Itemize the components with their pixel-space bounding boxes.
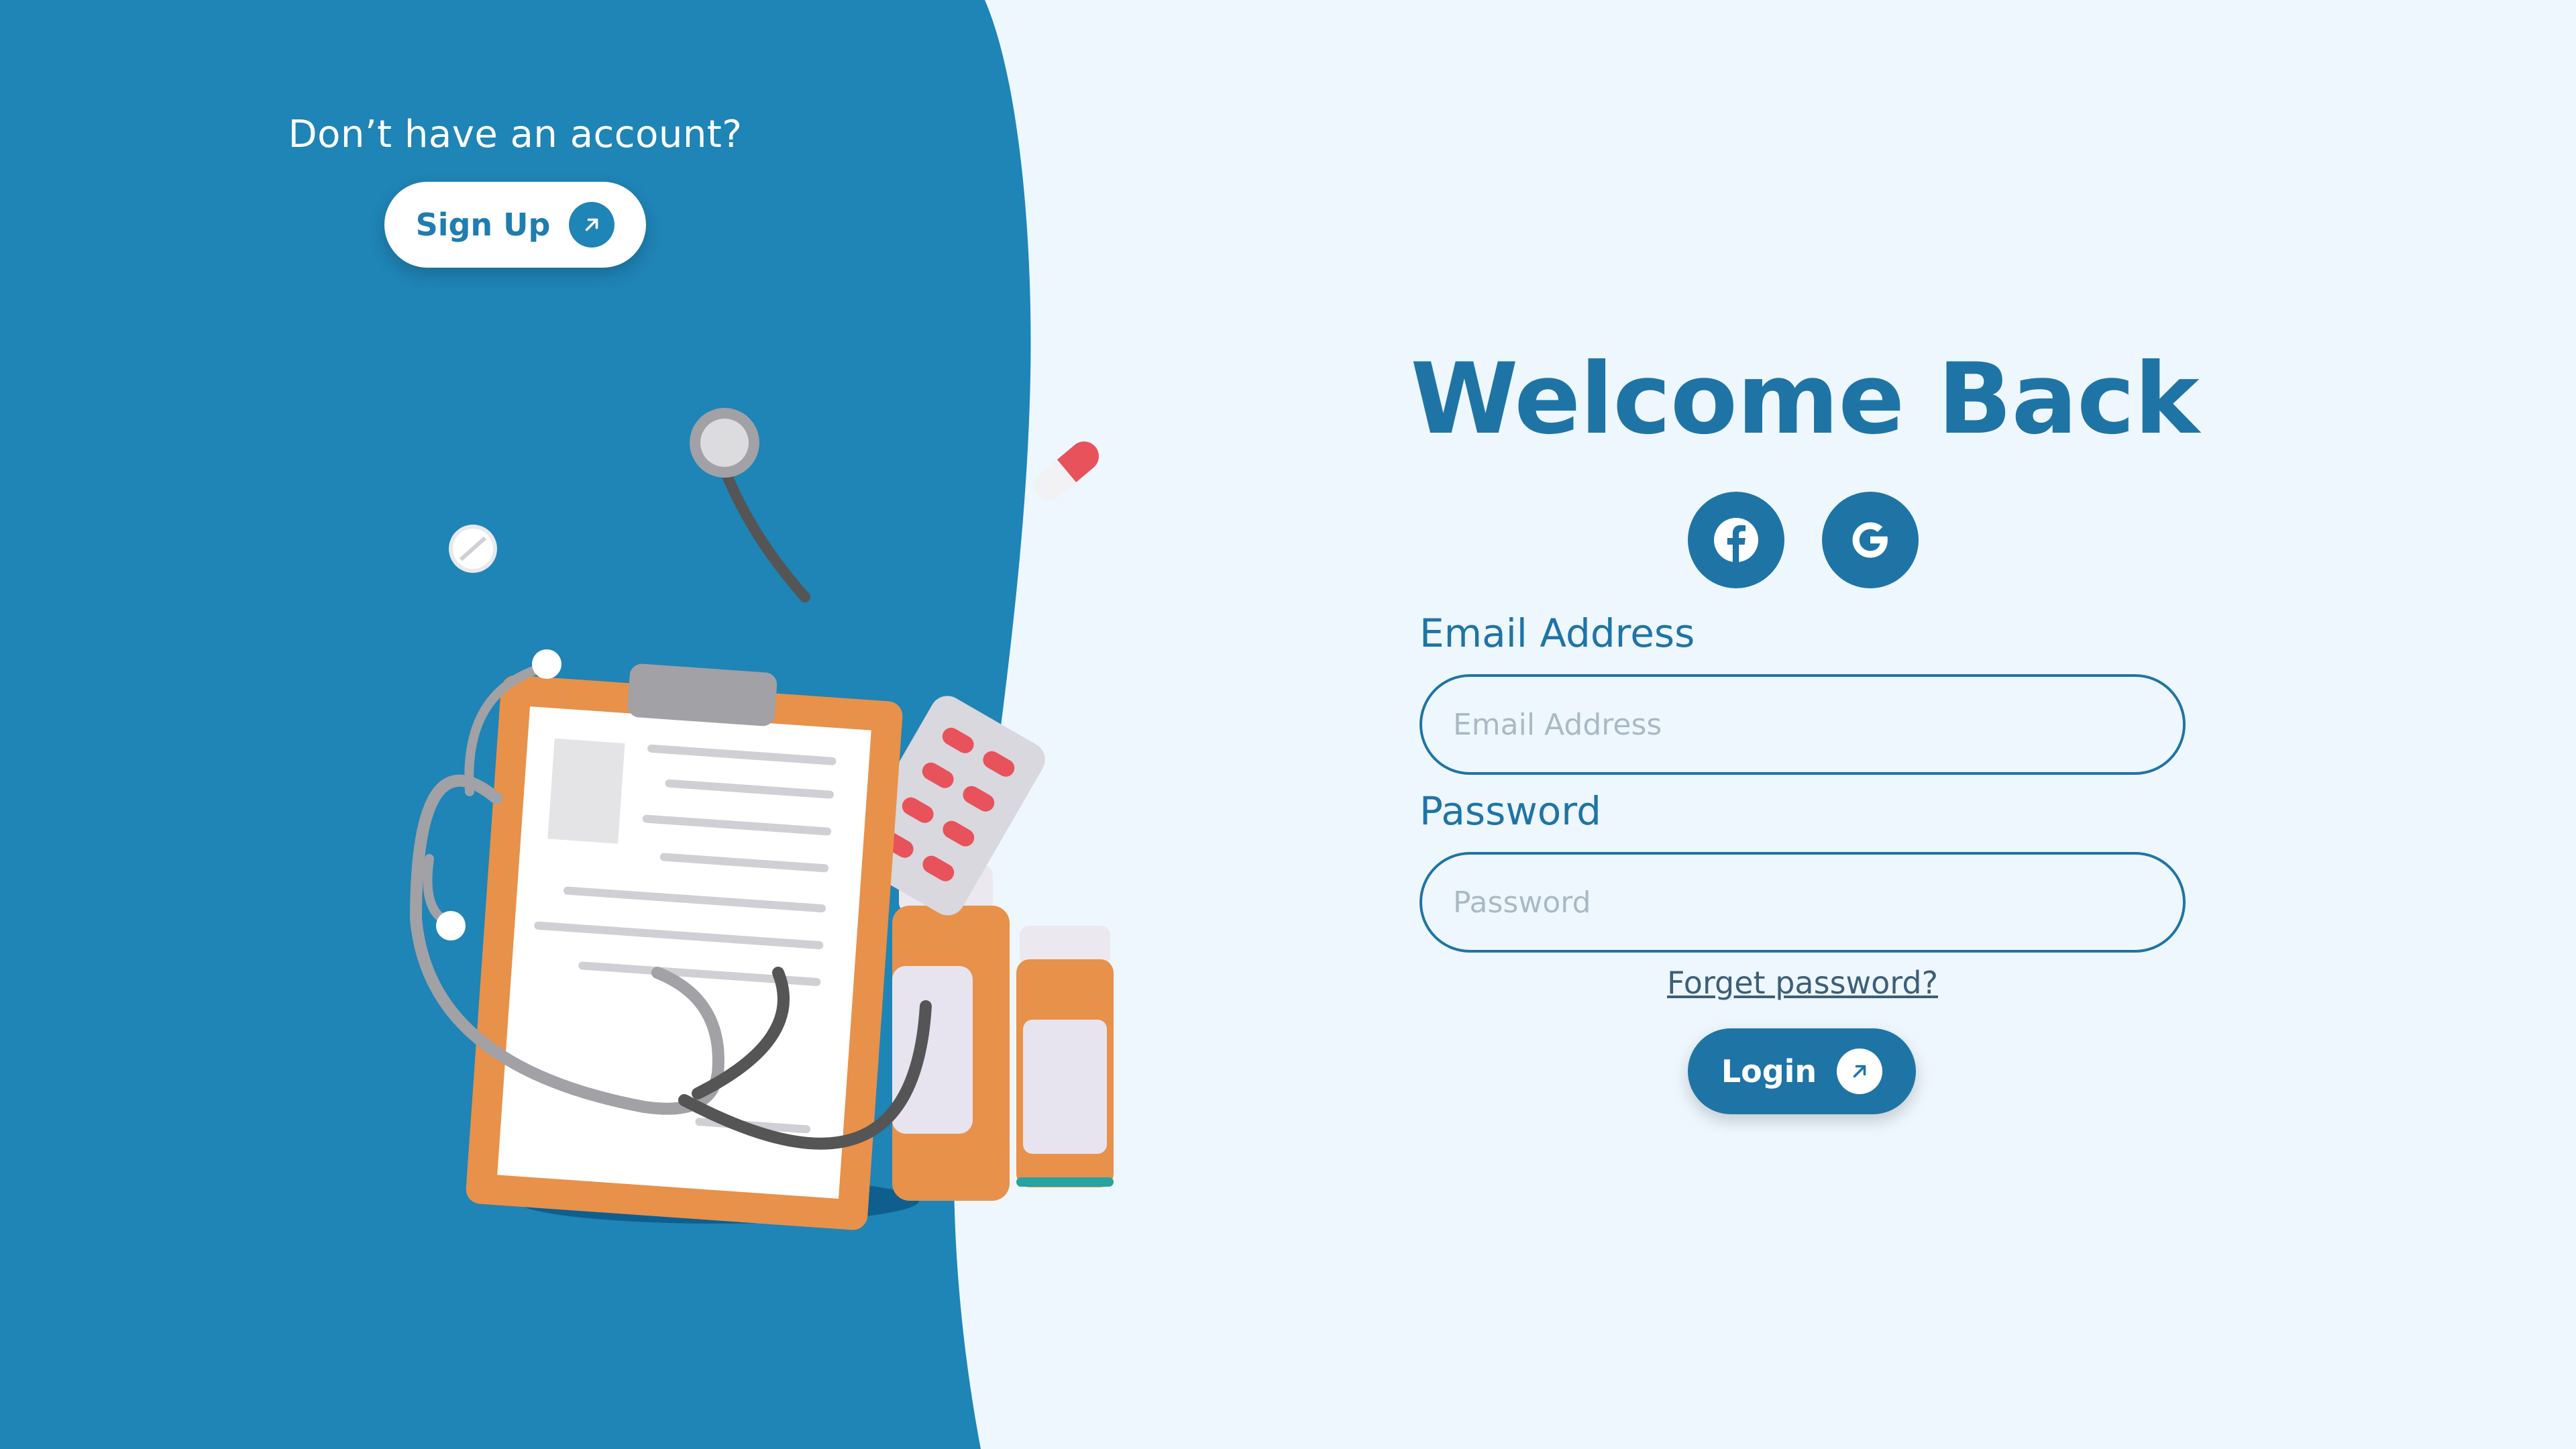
facebook-icon bbox=[1714, 518, 1758, 562]
email-label: Email Address bbox=[1419, 610, 1695, 656]
login-button[interactable]: Login bbox=[1688, 1028, 1916, 1114]
sign-up-button-label: Sign Up bbox=[415, 207, 551, 243]
signup-prompt: Don’t have an account? bbox=[288, 113, 743, 156]
pill-bottle-small bbox=[1016, 926, 1114, 1187]
page-title: Welcome Back bbox=[1410, 342, 2199, 456]
social-login-row bbox=[1688, 492, 1919, 588]
sign-up-button[interactable]: Sign Up bbox=[384, 182, 646, 268]
google-login-button[interactable] bbox=[1822, 492, 1919, 588]
email-input[interactable] bbox=[1419, 674, 2186, 775]
facebook-login-button[interactable] bbox=[1688, 492, 1784, 588]
capsule-pill bbox=[1034, 441, 1099, 500]
pill-bottle-large bbox=[892, 865, 1010, 1201]
google-icon bbox=[1852, 522, 1888, 558]
round-tablet bbox=[449, 525, 497, 573]
arrow-up-right-icon bbox=[569, 202, 615, 248]
password-label: Password bbox=[1419, 788, 1601, 834]
login-button-label: Login bbox=[1721, 1053, 1817, 1089]
arrow-up-right-icon bbox=[1837, 1049, 1883, 1094]
password-input[interactable] bbox=[1419, 852, 2186, 953]
medical-clipboard-illustration bbox=[409, 408, 1114, 1230]
forgot-password-link[interactable]: Forget password? bbox=[1419, 965, 2186, 1001]
